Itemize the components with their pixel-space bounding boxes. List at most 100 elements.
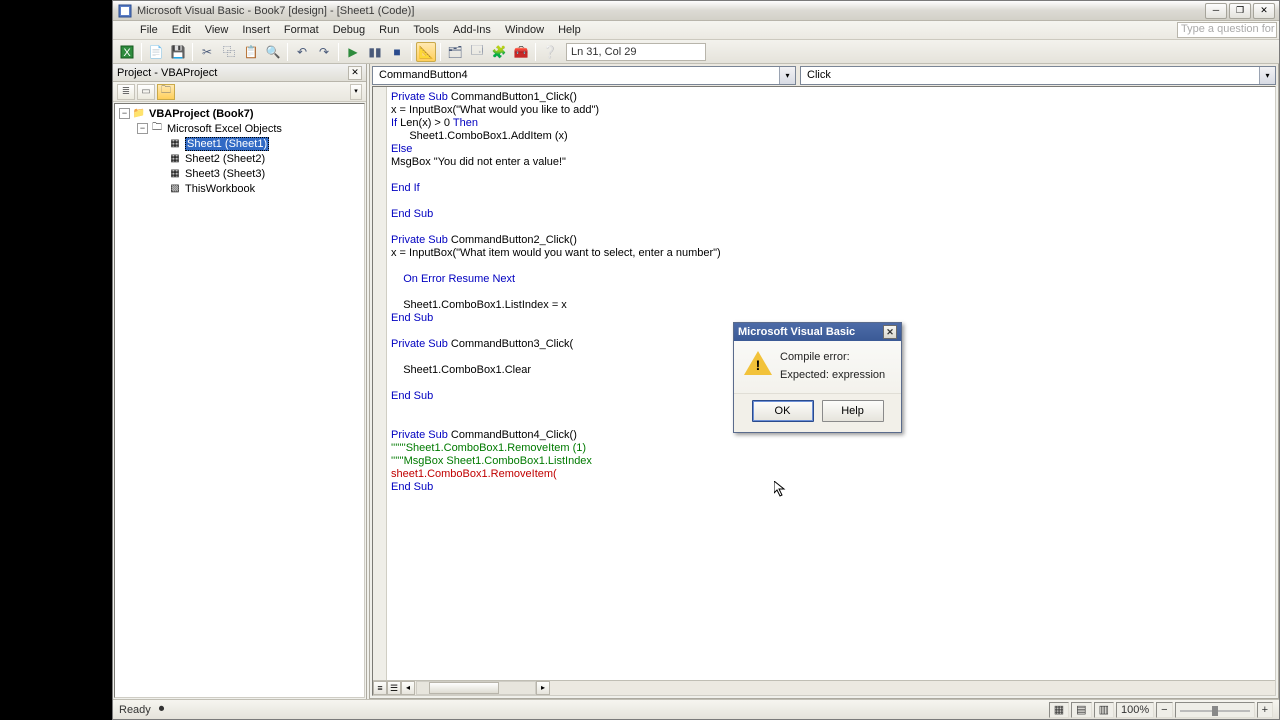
compile-error-dialog: Microsoft Visual Basic ✕ Compile error: … <box>733 322 902 433</box>
toggle-folders-icon[interactable]: 🗀 <box>157 84 175 100</box>
cut-icon[interactable]: ✂ <box>197 42 217 62</box>
mdi-close-button[interactable]: ✕ <box>1253 3 1275 19</box>
collapse-icon[interactable]: − <box>119 108 130 119</box>
project-panel-dropdown-icon[interactable]: ▾ <box>350 84 362 100</box>
view-pagebreak-icon[interactable]: ▥ <box>1094 702 1114 718</box>
macro-record-icon[interactable]: ⏺ <box>159 703 165 716</box>
scroll-right-icon[interactable]: ▸ <box>536 681 550 695</box>
menu-format[interactable]: Format <box>277 22 326 38</box>
insert-module-icon[interactable]: 📄 <box>146 42 166 62</box>
procedure-combo-value: Click <box>801 69 1259 81</box>
zoom-slider[interactable] <box>1175 702 1255 718</box>
object-browser-icon[interactable]: 🧩 <box>489 42 509 62</box>
project-explorer-icon[interactable]: 🗂 <box>445 42 465 62</box>
paste-icon[interactable]: 📋 <box>241 42 261 62</box>
help-question-input[interactable]: Type a question for help <box>1177 22 1277 38</box>
dialog-line2: Expected: expression <box>780 369 885 381</box>
dialog-close-button[interactable]: ✕ <box>883 325 897 339</box>
workspace: Project - VBAProject ✕ ≣ ▭ 🗀 ▾ − 📁 VBAPr… <box>113 64 1279 699</box>
horizontal-scrollbar[interactable] <box>416 681 536 695</box>
view-layout-icon[interactable]: ▤ <box>1071 702 1091 718</box>
standard-toolbar: X 📄 💾 ✂ ⿻ 📋 🔍 ↶ ↷ ▶ ▮▮ ■ 📐 🗂 🗔 🧩 🧰 ❔ Ln … <box>113 40 1279 64</box>
menu-addins[interactable]: Add-Ins <box>446 22 498 38</box>
chevron-down-icon[interactable]: ▾ <box>779 67 795 84</box>
project-panel-toolbar: ≣ ▭ 🗀 ▾ <box>113 82 366 102</box>
menu-edit[interactable]: Edit <box>165 22 198 38</box>
collapse-icon[interactable]: − <box>137 123 148 134</box>
menu-help[interactable]: Help <box>551 22 588 38</box>
dialog-title-bar[interactable]: Microsoft Visual Basic ✕ <box>734 323 901 341</box>
break-icon[interactable]: ▮▮ <box>365 42 385 62</box>
object-combo[interactable]: CommandButton4 ▾ <box>372 66 796 85</box>
tree-item-thisworkbook[interactable]: ▧ ThisWorkbook <box>115 181 364 196</box>
menu-window[interactable]: Window <box>498 22 551 38</box>
window-title: Microsoft Visual Basic - Book7 [design] … <box>137 5 414 17</box>
run-icon[interactable]: ▶ <box>343 42 363 62</box>
view-object-icon[interactable]: ▭ <box>137 84 155 100</box>
full-module-view-icon[interactable]: ☰ <box>387 681 401 695</box>
menu-tools[interactable]: Tools <box>406 22 446 38</box>
tree-item-label: ThisWorkbook <box>185 183 255 195</box>
tree-item-sheet1[interactable]: ▦ Sheet1 (Sheet1) <box>115 136 364 151</box>
workbook-icon: ▧ <box>168 183 182 195</box>
help-button[interactable]: Help <box>822 400 884 422</box>
find-icon[interactable]: 🔍 <box>263 42 283 62</box>
view-code-icon[interactable]: ≣ <box>117 84 135 100</box>
zoom-level[interactable]: 100% <box>1116 702 1154 718</box>
reset-icon[interactable]: ■ <box>387 42 407 62</box>
view-normal-icon[interactable]: ▦ <box>1049 702 1069 718</box>
menu-file[interactable]: File <box>133 22 165 38</box>
scroll-left-icon[interactable]: ◂ <box>401 681 415 695</box>
tree-root-label: VBAProject (Book7) <box>149 108 254 120</box>
zoom-out-icon[interactable]: − <box>1156 702 1172 718</box>
toolbox-icon[interactable]: 🧰 <box>511 42 531 62</box>
tree-item-label: Sheet1 (Sheet1) <box>185 137 269 151</box>
vba-help-icon[interactable]: ❔ <box>540 42 560 62</box>
tree-item-sheet2[interactable]: ▦ Sheet2 (Sheet2) <box>115 151 364 166</box>
menu-run[interactable]: Run <box>372 22 406 38</box>
zoom-in-icon[interactable]: + <box>1257 702 1273 718</box>
redo-icon[interactable]: ↷ <box>314 42 334 62</box>
project-icon: 📁 <box>132 108 146 120</box>
project-panel-title: Project - VBAProject <box>117 67 217 79</box>
project-panel-title-bar: Project - VBAProject ✕ <box>113 64 366 82</box>
dialog-title: Microsoft Visual Basic <box>738 326 855 338</box>
design-mode-icon[interactable]: 📐 <box>416 42 436 62</box>
properties-window-icon[interactable]: 🗔 <box>467 42 487 62</box>
status-bar: Ready ⏺ ▦ ▤ ▥ 100% − + <box>113 699 1279 719</box>
worksheet-icon: ▦ <box>168 153 182 165</box>
svg-text:X: X <box>123 47 131 59</box>
procedure-combo[interactable]: Click ▾ <box>800 66 1276 85</box>
menu-debug[interactable]: Debug <box>326 22 372 38</box>
object-combo-value: CommandButton4 <box>373 69 779 81</box>
save-icon[interactable]: 💾 <box>168 42 188 62</box>
tree-root[interactable]: − 📁 VBAProject (Book7) <box>115 106 364 121</box>
copy-icon[interactable]: ⿻ <box>219 42 239 62</box>
mdi-minimize-button[interactable]: ─ <box>1205 3 1227 19</box>
menu-insert[interactable]: Insert <box>235 22 277 38</box>
status-ready-label: Ready <box>119 704 151 716</box>
procedure-view-icon[interactable]: ≡ <box>373 681 387 695</box>
tree-folder-excel-objects[interactable]: − 🗀 Microsoft Excel Objects <box>115 121 364 136</box>
menu-view[interactable]: View <box>198 22 236 38</box>
scrollbar-thumb[interactable] <box>429 682 499 694</box>
mdi-window-controls: ─ ❐ ✕ <box>1205 3 1275 19</box>
tree-item-sheet3[interactable]: ▦ Sheet3 (Sheet3) <box>115 166 364 181</box>
warning-icon <box>744 351 772 377</box>
project-tree[interactable]: − 📁 VBAProject (Book7) − 🗀 Microsoft Exc… <box>114 103 365 698</box>
chevron-down-icon[interactable]: ▾ <box>1259 67 1275 84</box>
undo-icon[interactable]: ↶ <box>292 42 312 62</box>
ok-button[interactable]: OK <box>752 400 814 422</box>
dialog-message: Compile error: Expected: expression <box>780 351 885 387</box>
code-dropdown-bar: CommandButton4 ▾ Click ▾ <box>370 64 1278 86</box>
project-panel-close-button[interactable]: ✕ <box>348 66 362 80</box>
tree-item-label: Sheet2 (Sheet2) <box>185 153 265 165</box>
view-excel-icon[interactable]: X <box>117 42 137 62</box>
project-explorer-panel: Project - VBAProject ✕ ≣ ▭ 🗀 ▾ − 📁 VBAPr… <box>113 64 367 699</box>
tree-item-label: Sheet3 (Sheet3) <box>185 168 265 180</box>
cursor-position-readout: Ln 31, Col 29 <box>566 43 706 61</box>
folder-icon: 🗀 <box>150 123 164 135</box>
mdi-restore-button[interactable]: ❐ <box>1229 3 1251 19</box>
dialog-line1: Compile error: <box>780 351 885 363</box>
worksheet-icon: ▦ <box>168 138 182 150</box>
